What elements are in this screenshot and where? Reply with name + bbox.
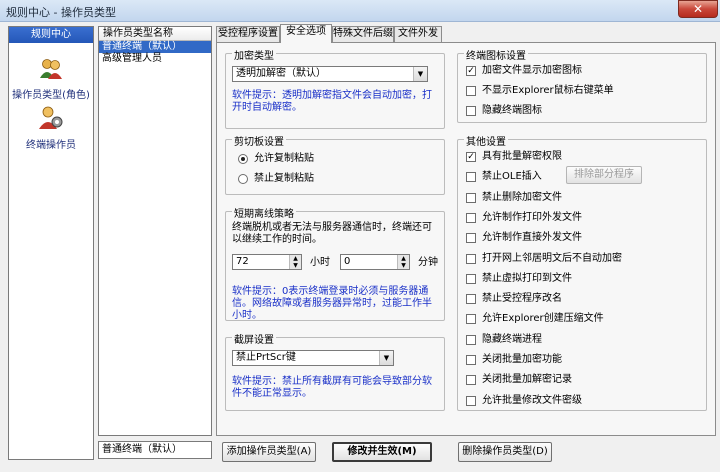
other-checkbox-2[interactable] xyxy=(466,192,476,203)
deny-paste-radio[interactable] xyxy=(238,174,248,184)
tray-icon-group: 终端图标设置 ✓ 加密文件显示加密图标 不显示Explorer鼠标右键菜单 隐藏… xyxy=(457,47,707,123)
user-gear-icon xyxy=(39,106,63,129)
screenshot-value: 禁止PrtScr键 xyxy=(236,352,296,363)
other-checkbox-11[interactable] xyxy=(466,375,476,386)
close-button[interactable]: ✕ xyxy=(678,0,718,18)
tray-checkbox-2[interactable] xyxy=(466,106,476,116)
other-checkbox-9[interactable] xyxy=(466,334,476,345)
offline-hours-stepper[interactable]: 72 ▲ ▼ xyxy=(232,254,302,270)
other-label-1: 禁止OLE插入 xyxy=(482,171,542,183)
group-title: 其他设置 xyxy=(464,133,508,148)
other-label-2: 禁止删除加密文件 xyxy=(482,191,562,203)
minutes-value: 0 xyxy=(344,256,351,267)
sidebar-item-operator-type[interactable]: 操作员类型(角色) xyxy=(9,57,93,101)
other-label-12: 允许批量修改文件密级 xyxy=(482,394,582,406)
tab-special-suffix[interactable]: 特殊文件后缀 xyxy=(332,26,394,42)
group-title: 短期离线策略 xyxy=(232,205,296,220)
allow-paste-radio[interactable] xyxy=(238,154,248,164)
sidebar-item-terminal-operator[interactable]: 终端操作员 xyxy=(9,105,93,151)
group-title: 加密类型 xyxy=(232,47,276,62)
other-checkbox-5[interactable] xyxy=(466,253,476,264)
other-checkbox-4[interactable] xyxy=(466,233,476,244)
other-label-9: 隐藏终端进程 xyxy=(482,333,542,345)
other-label-5: 打开网上邻居明文后不自动加密 xyxy=(482,252,622,264)
spin-arrows-icon[interactable]: ▲ ▼ xyxy=(397,255,409,269)
other-label-8: 允许Explorer创建压缩文件 xyxy=(482,313,604,325)
other-label-11: 关闭批量加解密记录 xyxy=(482,374,572,386)
operator-type-name-field[interactable]: 普通终端（默认） xyxy=(98,441,212,459)
sidebar-item-label: 终端操作员 xyxy=(26,140,76,151)
other-checkbox-7[interactable] xyxy=(466,294,476,305)
other-settings-group: 其他设置 排除部分程序 ✓ 具有批量解密权限 禁止OLE插入禁止删除加密文件允许制作… xyxy=(457,133,707,411)
screenshot-group: 截屏设置 禁止PrtScr键 ▼ 软件提示：禁止所有截屏有可能会导致部分软件不能… xyxy=(225,331,445,411)
tab-controlled-programs[interactable]: 受控程序设置 xyxy=(216,26,280,42)
other-checkbox-8[interactable] xyxy=(466,314,476,325)
encrypt-hint: 软件提示：透明加解密指文件会自动加密，打开时自动解密。 xyxy=(232,90,432,113)
sidebar-header: 规则中心 xyxy=(9,27,93,43)
other-checkbox-1[interactable] xyxy=(466,172,476,183)
window-title: 规则中心 - 操作员类型 xyxy=(6,6,116,19)
chevron-down-icon: ▼ xyxy=(413,67,427,81)
sidebar: 规则中心 操作员类型(角色) 终端操作员 xyxy=(8,26,94,460)
chevron-down-icon: ▼ xyxy=(379,351,393,365)
other-checkbox-6[interactable] xyxy=(466,273,476,284)
tray-label-2: 隐藏终端图标 xyxy=(482,105,542,116)
title-bar: 规则中心 - 操作员类型 ✕ xyxy=(0,0,720,22)
list-item[interactable]: 高级管理人员 xyxy=(99,53,211,65)
other-checkbox-0[interactable]: ✓ xyxy=(466,152,476,162)
tray-label-0: 加密文件显示加密图标 xyxy=(482,65,582,76)
list-column-header[interactable]: 操作员类型名称 xyxy=(99,27,211,41)
group-title: 截屏设置 xyxy=(232,331,276,346)
other-label-7: 禁止受控程序改名 xyxy=(482,293,562,305)
encrypt-type-group: 加密类型 透明加解密（默认） ▼ 软件提示：透明加解密指文件会自动加密，打开时自… xyxy=(225,47,445,129)
minutes-unit: 分钟 xyxy=(418,257,438,268)
encrypt-type-value: 透明加解密（默认） xyxy=(236,68,326,79)
other-label-0: 具有批量解密权限 xyxy=(482,151,562,162)
exclude-programs-button[interactable]: 排除部分程序 xyxy=(566,166,642,184)
screenshot-hint: 软件提示：禁止所有截屏有可能会导致部分软件不能正常显示。 xyxy=(232,376,432,399)
group-title: 终端图标设置 xyxy=(464,47,528,62)
allow-paste-label: 允许复制粘贴 xyxy=(254,153,314,164)
hours-value: 72 xyxy=(236,256,249,267)
tab-security-options[interactable]: 安全选项 xyxy=(280,24,332,43)
add-operator-type-button[interactable]: 添加操作员类型(A) xyxy=(222,442,316,462)
tray-checkbox-1[interactable] xyxy=(466,86,476,96)
other-label-6: 禁止虚拟打印到文件 xyxy=(482,272,572,284)
tray-label-1: 不显示Explorer鼠标右键菜单 xyxy=(482,85,614,96)
group-title: 剪切板设置 xyxy=(232,133,286,148)
other-checkbox-12[interactable] xyxy=(466,395,476,406)
offline-desc: 终端脱机或者无法与服务器通信时，终端还可以继续工作的时间。 xyxy=(232,222,432,245)
offline-hint: 软件提示：0表示终端登录时必须与服务器通信。网络故障或者服务器异常时，过能工作半… xyxy=(232,286,432,321)
other-label-10: 关闭批量加密功能 xyxy=(482,354,562,365)
screenshot-select[interactable]: 禁止PrtScr键 ▼ xyxy=(232,350,394,366)
tray-checkbox-0[interactable]: ✓ xyxy=(466,66,476,76)
encrypt-type-select[interactable]: 透明加解密（默认） ▼ xyxy=(232,66,428,82)
users-icon xyxy=(40,59,62,79)
spin-arrows-icon[interactable]: ▲ ▼ xyxy=(289,255,301,269)
apply-changes-button[interactable]: 修改并生效(M) xyxy=(332,442,432,462)
other-label-3: 允许制作打印外发文件 xyxy=(482,211,582,223)
hours-unit: 小时 xyxy=(310,257,330,268)
list-item[interactable]: 普通终端（默认） xyxy=(99,41,211,53)
tab-file-outgoing[interactable]: 文件外发 xyxy=(394,26,442,42)
delete-operator-type-button[interactable]: 删除操作员类型(D) xyxy=(458,442,552,462)
other-checkbox-10[interactable] xyxy=(466,355,476,365)
deny-paste-label: 禁止复制粘贴 xyxy=(254,173,314,184)
clipboard-group: 剪切板设置 允许复制粘贴 禁止复制粘贴 xyxy=(225,133,445,195)
other-label-4: 允许制作直接外发文件 xyxy=(482,232,582,244)
other-checkbox-3[interactable] xyxy=(466,212,476,223)
sidebar-item-label: 操作员类型(角色) xyxy=(12,90,90,101)
offline-minutes-stepper[interactable]: 0 ▲ ▼ xyxy=(340,254,410,270)
operator-type-list[interactable]: 操作员类型名称 普通终端（默认） 高级管理人员 xyxy=(98,26,212,436)
security-options-panel: 加密类型 透明加解密（默认） ▼ 软件提示：透明加解密指文件会自动加密，打开时自… xyxy=(216,42,716,436)
offline-policy-group: 短期离线策略 终端脱机或者无法与服务器通信时，终端还可以继续工作的时间。 72 … xyxy=(225,205,445,321)
